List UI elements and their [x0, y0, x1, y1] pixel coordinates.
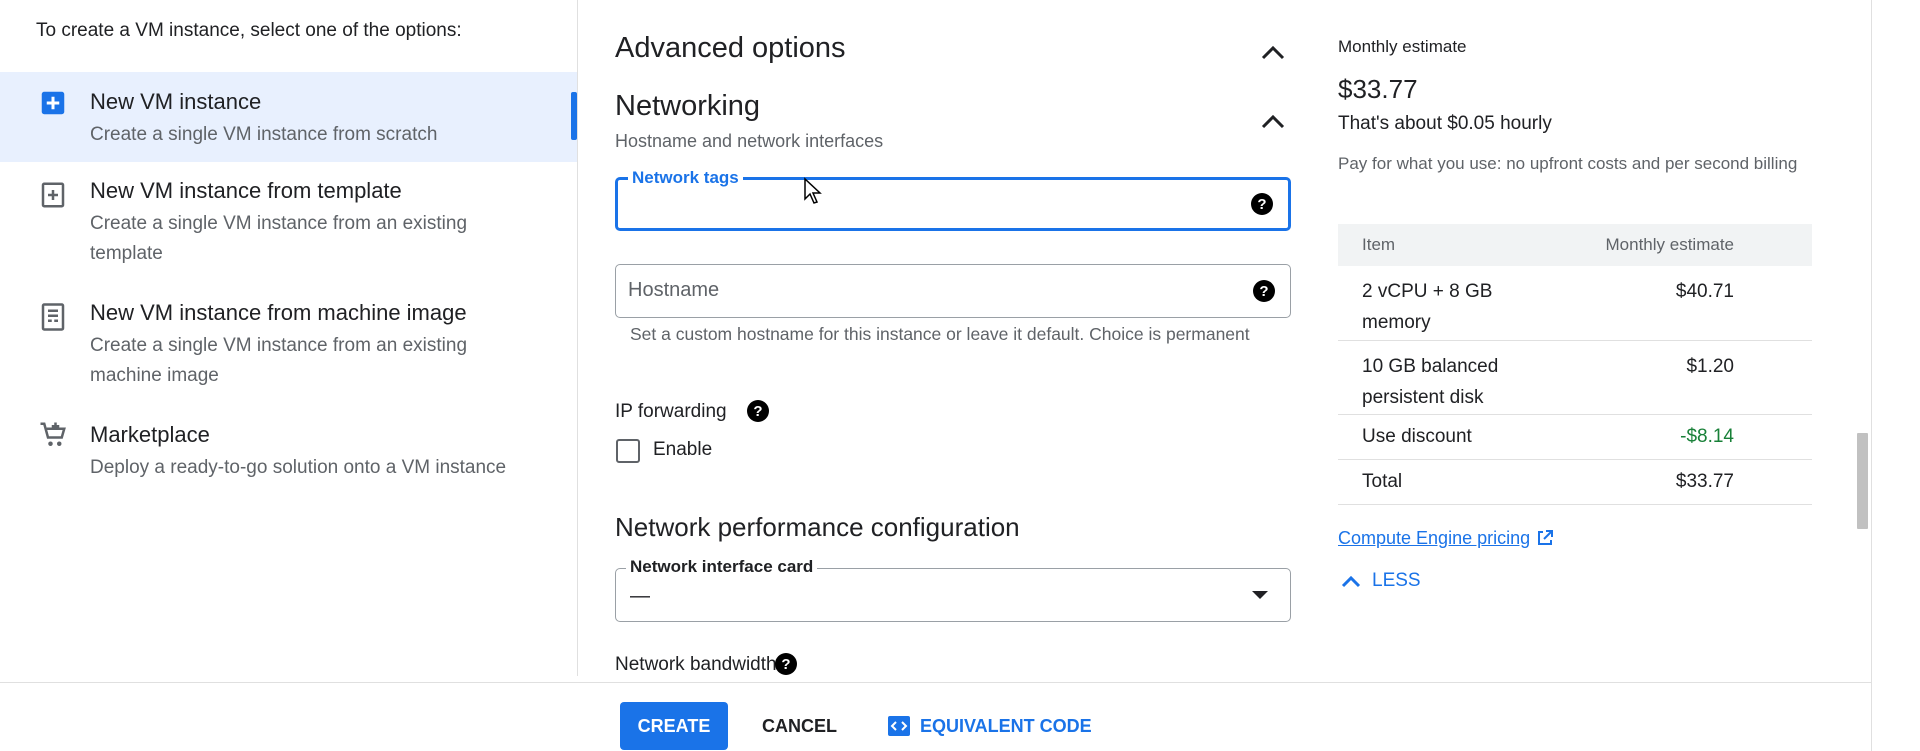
option-desc: Create a single VM instance from an exis… — [90, 213, 468, 264]
networking-subtitle: Hostname and network interfaces — [615, 131, 884, 151]
row-item: Total — [1338, 459, 1528, 505]
column-header-item: Item — [1338, 224, 1528, 266]
enable-checkbox[interactable] — [616, 439, 640, 463]
option-desc: Deploy a ready-to-go solution onto a VM … — [90, 457, 507, 478]
template-add-icon — [41, 182, 65, 208]
hostname-hint: Set a custom hostname for this instance … — [630, 324, 1250, 344]
help-icon[interactable]: ? — [774, 652, 798, 676]
row-item: 10 GB balanced persistent disk — [1338, 340, 1528, 415]
svg-text:?: ? — [781, 656, 790, 673]
dropdown-arrow-icon — [1252, 591, 1268, 599]
network-performance-heading: Network performance configuration — [615, 512, 1020, 542]
option-new-vm-from-template[interactable]: New VM instance from template Create a s… — [0, 166, 577, 278]
option-title: New VM instance — [90, 89, 262, 114]
option-new-vm-from-machine-image[interactable]: New VM instance from machine image Creat… — [0, 288, 577, 400]
cost-summary: Monthly estimate $33.77 That's about $0.… — [1338, 0, 1818, 676]
table-row: 10 GB balanced persistent disk $1.20 — [1338, 340, 1812, 415]
divider — [1871, 0, 1872, 751]
option-title: New VM instance from machine image — [90, 300, 467, 325]
network-tags-label: Network tags — [628, 168, 743, 188]
network-bandwidth-label: Network bandwidth — [615, 654, 777, 675]
hostname-field[interactable]: ? — [615, 264, 1291, 318]
option-title: Marketplace — [90, 422, 210, 447]
help-icon[interactable]: ? — [1250, 192, 1274, 216]
creation-options-panel: To create a VM instance, select one of t… — [0, 0, 578, 676]
pricing-note: Pay for what you use: no upfront costs a… — [1338, 154, 1798, 173]
table-header-row: Item Monthly estimate — [1338, 224, 1812, 266]
machine-image-icon — [41, 303, 65, 331]
action-footer: CREATE CANCEL EQUIVALENT CODE — [0, 682, 1871, 751]
nic-selected-value: — — [630, 585, 650, 607]
svg-text:?: ? — [753, 403, 762, 420]
row-item: 2 vCPU + 8 GB memory — [1338, 266, 1528, 341]
row-item: Use discount — [1338, 414, 1528, 460]
option-marketplace[interactable]: Marketplace Deploy a ready-to-go solutio… — [0, 410, 577, 490]
monthly-price: $33.77 — [1338, 74, 1418, 104]
option-desc: Create a single VM instance from an exis… — [90, 335, 468, 386]
nic-label: Network interface card — [626, 557, 818, 577]
monthly-estimate-label: Monthly estimate — [1338, 37, 1467, 56]
row-cost: $1.20 — [1528, 340, 1812, 415]
row-cost: $33.77 — [1528, 459, 1812, 505]
code-icon — [888, 716, 910, 736]
table-row: 2 vCPU + 8 GB memory $40.71 — [1338, 266, 1812, 341]
enable-label: Enable — [653, 439, 713, 460]
svg-text:?: ? — [1259, 283, 1268, 300]
create-button[interactable]: CREATE — [620, 702, 728, 750]
advanced-options-heading: Advanced options — [615, 32, 846, 64]
help-icon[interactable]: ? — [1252, 279, 1276, 303]
cancel-button[interactable]: CANCEL — [762, 702, 837, 750]
network-interface-card-select[interactable]: Network interface card — — [615, 557, 1291, 622]
chevron-up-icon[interactable] — [1260, 112, 1286, 130]
network-tags-field[interactable]: Network tags ? — [615, 168, 1291, 231]
scrollbar-thumb[interactable] — [1857, 433, 1868, 529]
cart-icon — [40, 422, 66, 446]
compute-engine-pricing-link[interactable]: Compute Engine pricing — [1338, 528, 1530, 549]
mouse-cursor-icon — [804, 177, 822, 204]
row-cost: -$8.14 — [1528, 414, 1812, 460]
ip-forwarding-label: IP forwarding — [615, 401, 727, 422]
column-header-estimate: Monthly estimate — [1528, 224, 1812, 266]
svg-text:?: ? — [1257, 196, 1266, 213]
hourly-price: That's about $0.05 hourly — [1338, 113, 1552, 134]
chevron-up-icon[interactable] — [1260, 43, 1286, 61]
option-desc: Create a single VM instance from scratch — [90, 124, 438, 145]
form-column: Advanced options Networking Hostname and… — [578, 0, 1308, 676]
equivalent-code-label: EQUIVALENT CODE — [920, 716, 1092, 736]
external-link-icon[interactable] — [1536, 529, 1554, 547]
options-intro: To create a VM instance, select one of t… — [36, 20, 462, 41]
help-icon[interactable]: ? — [746, 399, 770, 423]
table-row-total: Total $33.77 — [1338, 459, 1812, 505]
cost-table: Item Monthly estimate 2 vCPU + 8 GB memo… — [1338, 224, 1812, 505]
table-row: Use discount -$8.14 — [1338, 414, 1812, 460]
less-label: LESS — [1372, 570, 1421, 591]
option-title: New VM instance from template — [90, 178, 402, 203]
hostname-input[interactable] — [628, 275, 1228, 305]
chevron-up-icon — [1341, 575, 1361, 588]
add-box-icon — [41, 91, 65, 115]
option-new-vm-instance[interactable]: New VM instance Create a single VM insta… — [0, 72, 577, 162]
networking-heading: Networking — [615, 90, 761, 122]
network-tags-input[interactable] — [630, 190, 1230, 220]
selected-indicator — [571, 92, 577, 140]
row-cost: $40.71 — [1528, 266, 1812, 341]
